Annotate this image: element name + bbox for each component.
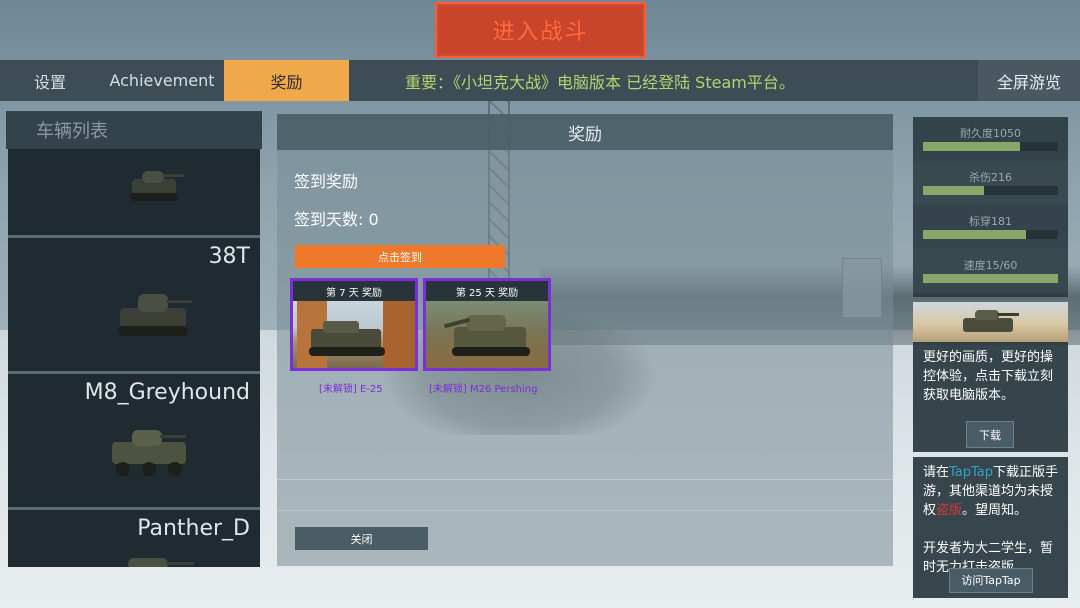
stat-penetration: 标穿181 bbox=[913, 205, 1068, 249]
vehicle-name: Panther_D bbox=[137, 516, 250, 541]
stat-fill bbox=[923, 274, 1058, 283]
fullscreen-button[interactable]: 全屏游览 bbox=[978, 60, 1080, 101]
close-button[interactable]: 关闭 bbox=[295, 527, 428, 550]
vehicle-card[interactable] bbox=[8, 149, 260, 238]
vehicle-list-header: 车辆列表 bbox=[6, 111, 262, 149]
signin-button[interactable]: 点击签到 bbox=[295, 245, 505, 268]
stat-speed: 速度15/60 bbox=[913, 249, 1068, 293]
signin-days-count: 签到天数: 0 bbox=[294, 210, 379, 229]
signin-reward-title: 签到奖励 bbox=[294, 172, 359, 191]
tank-thumbnail bbox=[128, 163, 188, 203]
stat-bar bbox=[923, 274, 1058, 283]
stat-durability: 耐久度1050 bbox=[913, 117, 1068, 161]
piracy-highlight: 盗版 bbox=[936, 503, 963, 518]
divider bbox=[277, 479, 893, 480]
notice-text: 请在TapTap下载正版手游，其他渠道均为未授权盗版。望周知。 bbox=[923, 463, 1060, 520]
reward-card-title: 第 7 天 奖励 bbox=[293, 281, 415, 301]
reward-card-day7[interactable]: 第 7 天 奖励 bbox=[290, 278, 418, 371]
rewards-panel-title: 奖励 bbox=[277, 114, 893, 150]
tank-thumbnail bbox=[118, 286, 198, 338]
visit-taptap-button[interactable]: 访问TapTap bbox=[949, 568, 1033, 593]
stat-fill bbox=[923, 186, 984, 195]
notice-suffix: 。望周知。 bbox=[962, 503, 1028, 518]
armored-car-thumbnail bbox=[108, 420, 198, 482]
tab-settings[interactable]: 设置 bbox=[0, 60, 100, 101]
reward-tank-image bbox=[293, 301, 415, 368]
reward-card-title: 第 25 天 奖励 bbox=[426, 281, 548, 301]
stat-bar bbox=[923, 230, 1058, 239]
stat-label: 杀伤216 bbox=[969, 171, 1012, 184]
tab-rewards[interactable]: 奖励 bbox=[224, 60, 349, 101]
stat-label: 速度15/60 bbox=[963, 259, 1018, 272]
vehicle-card[interactable]: M8_Greyhound bbox=[8, 374, 260, 510]
taptap-highlight: TapTap bbox=[949, 465, 994, 480]
promo-text: 更好的画质，更好的操控体验，点击下载立刻获取电脑版本。 bbox=[923, 350, 1054, 403]
reward-card-day25[interactable]: 第 25 天 奖励 bbox=[423, 278, 551, 371]
pc-version-promo: 更好的画质，更好的操控体验，点击下载立刻获取电脑版本。 下载 bbox=[913, 302, 1068, 452]
vehicle-name: M8_Greyhound bbox=[84, 380, 250, 405]
stat-fill bbox=[923, 142, 1021, 151]
reward-caption: [未解锁] E-25 bbox=[319, 384, 383, 395]
divider bbox=[277, 510, 893, 511]
stat-fill bbox=[923, 230, 1026, 239]
reward-tank-image bbox=[426, 301, 548, 368]
reward-caption: [未解锁] M26 Pershing bbox=[429, 384, 538, 395]
stat-bar bbox=[923, 142, 1058, 151]
vehicle-card[interactable]: 38T bbox=[8, 238, 260, 374]
vehicle-list-panel: 车辆列表 38T M8_Greyhound Panther_D bbox=[6, 111, 262, 567]
stat-damage: 杀伤216 bbox=[913, 161, 1068, 205]
top-nav-bar: 设置 Achievement 奖励 重要：《小坦克大战》电脑版本 已经登陆 St… bbox=[0, 60, 1080, 101]
tank-thumbnail bbox=[118, 554, 198, 567]
vehicle-name: 38T bbox=[208, 244, 250, 269]
promo-image bbox=[913, 302, 1068, 342]
stat-label: 耐久度1050 bbox=[960, 127, 1021, 140]
stat-bar bbox=[923, 186, 1058, 195]
notice-prefix: 请在 bbox=[923, 465, 950, 480]
announcement-text: 重要：《小坦克大战》电脑版本 已经登陆 Steam平台。 bbox=[405, 72, 795, 92]
rewards-panel: 奖励 签到奖励 签到天数: 0 点击签到 第 7 天 奖励 [未解锁] E-25… bbox=[277, 114, 893, 566]
enter-battle-button[interactable]: 进入战斗 bbox=[435, 2, 646, 58]
stat-label: 标穿181 bbox=[969, 215, 1012, 228]
tab-achievement[interactable]: Achievement bbox=[100, 60, 224, 101]
download-button[interactable]: 下载 bbox=[966, 421, 1014, 448]
vehicle-stats-panel: 耐久度1050 杀伤216 标穿181 速度15/60 bbox=[913, 117, 1068, 297]
anti-piracy-notice: 请在TapTap下载正版手游，其他渠道均为未授权盗版。望周知。 开发者为大二学生… bbox=[913, 457, 1068, 598]
vehicle-card[interactable]: Panther_D bbox=[8, 510, 260, 567]
